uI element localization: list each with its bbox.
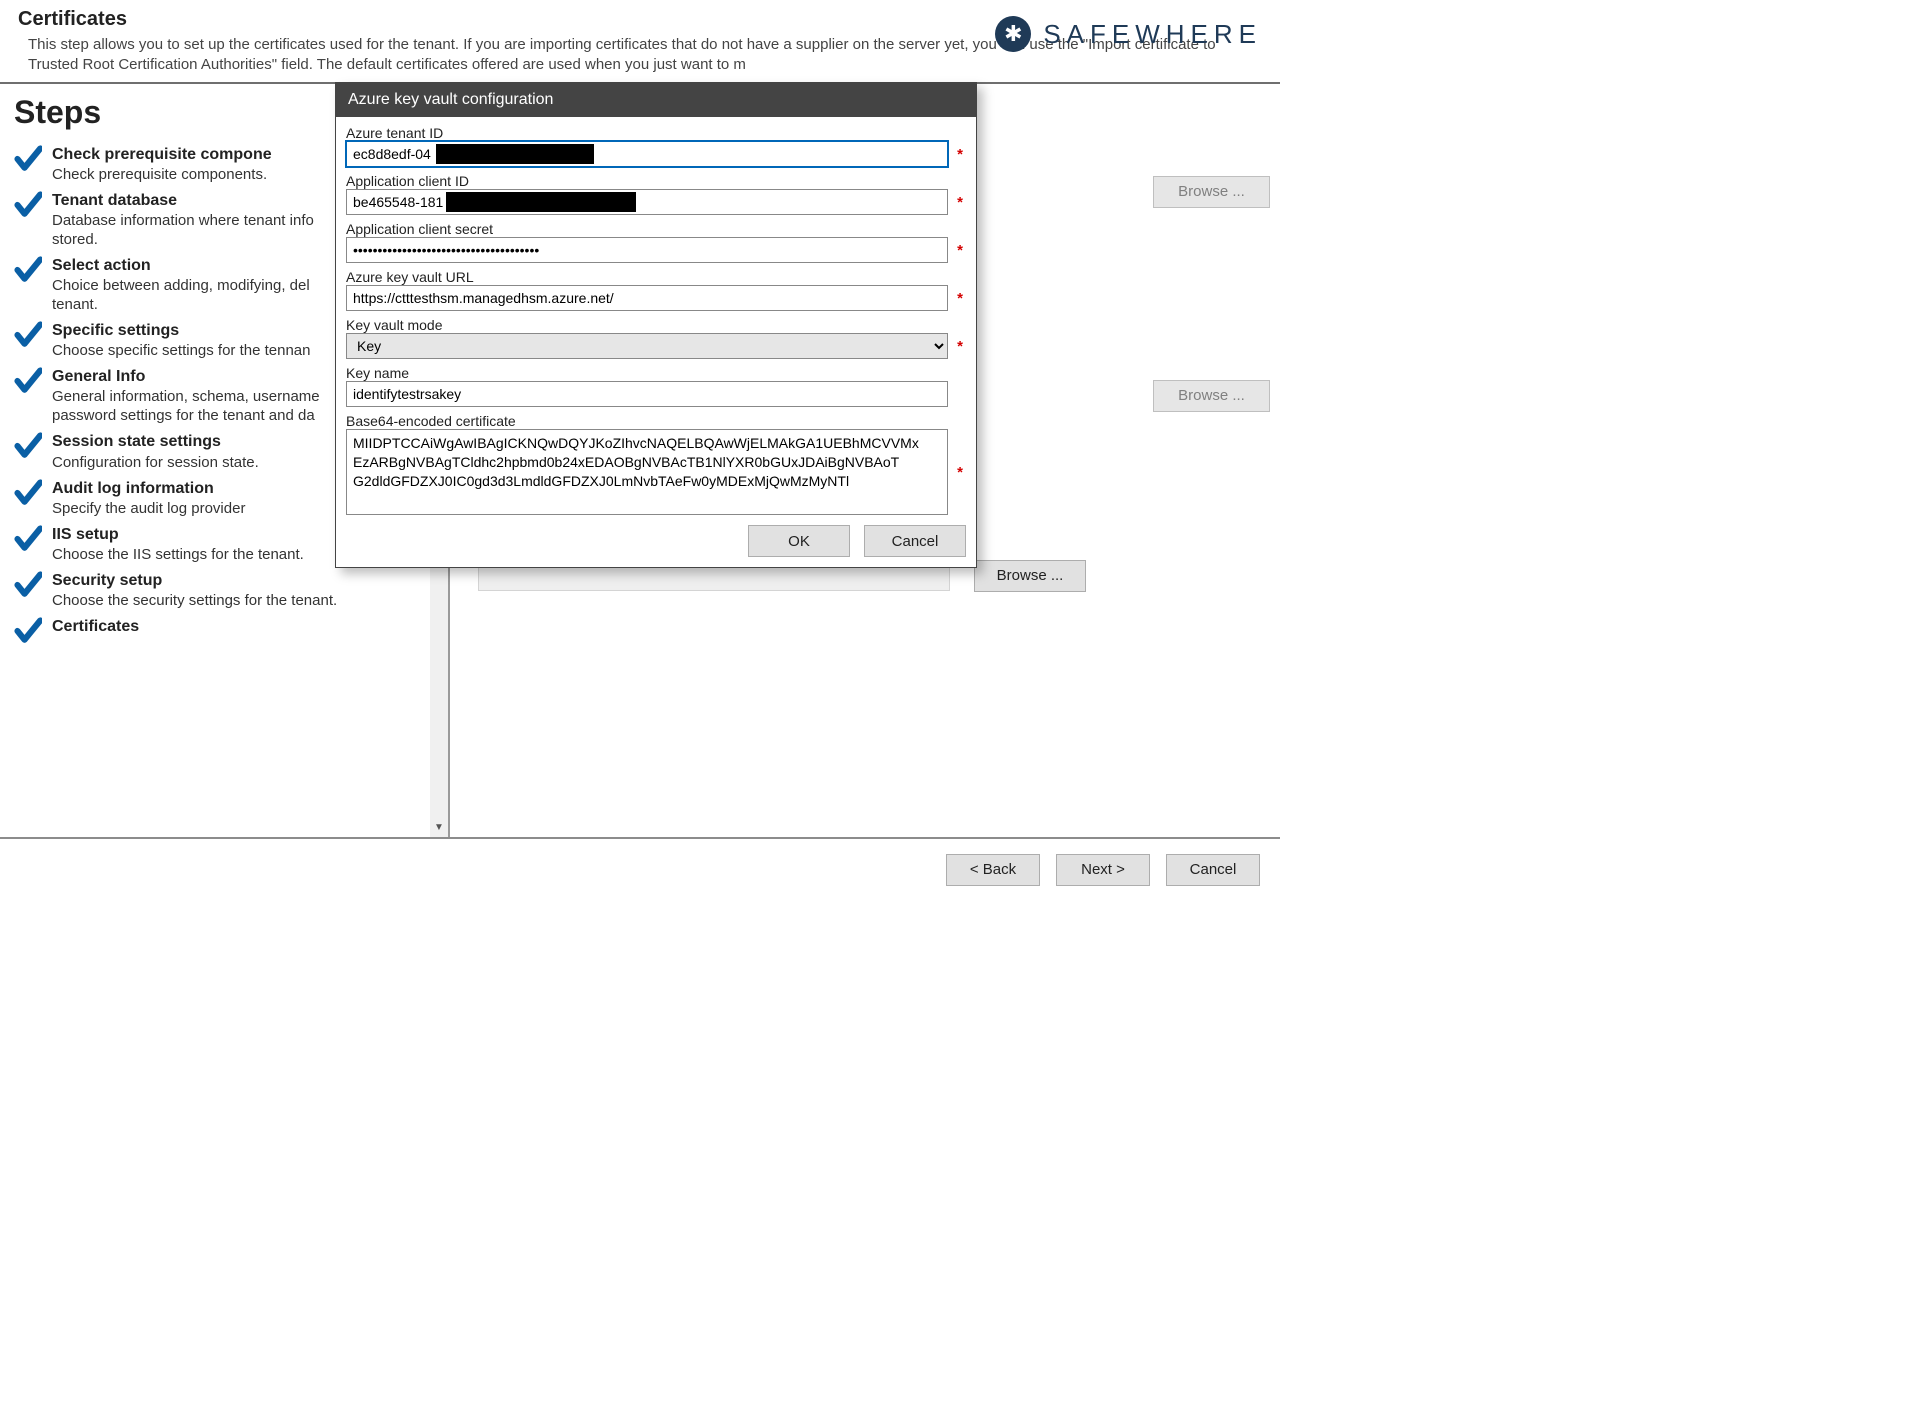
step-title: Certificates: [52, 617, 434, 636]
browse-button[interactable]: Browse ...: [1153, 380, 1270, 412]
key-name-input[interactable]: [346, 381, 948, 407]
check-icon: [14, 617, 42, 649]
check-icon: [14, 525, 42, 557]
snowflake-icon: ✱: [995, 16, 1031, 52]
ok-button[interactable]: OK: [748, 525, 850, 557]
required-icon: *: [954, 290, 966, 307]
check-icon: [14, 145, 42, 177]
client-id-input[interactable]: [346, 189, 948, 215]
required-icon: *: [954, 242, 966, 259]
vault-mode-select[interactable]: Key: [346, 333, 948, 359]
b64cert-textarea[interactable]: MIIDPTCCAiWgAwIBAgICKNQwDQYJKoZIhvcNAQEL…: [346, 429, 948, 515]
client-secret-input[interactable]: [346, 237, 948, 263]
label-vault-url: Azure key vault URL: [346, 269, 966, 285]
step-item[interactable]: Security setup Choose the security settin…: [14, 571, 434, 609]
logo: ✱ SAFEWHERE: [995, 16, 1262, 52]
browse-button[interactable]: Browse ...: [974, 560, 1086, 592]
label-b64cert: Base64-encoded certificate: [346, 413, 966, 429]
redaction-box: [436, 144, 594, 164]
wizard-footer: < Back Next > Cancel: [0, 837, 1280, 901]
redaction-box: [446, 192, 636, 212]
label-tenant-id: Azure tenant ID: [346, 125, 966, 141]
required-icon: *: [954, 146, 966, 163]
step-item[interactable]: Certificates: [14, 617, 434, 649]
required-icon: *: [954, 194, 966, 211]
label-key-name: Key name: [346, 365, 966, 381]
azure-key-vault-dialog: Azure key vault configuration Azure tena…: [335, 82, 977, 568]
cancel-button[interactable]: Cancel: [864, 525, 966, 557]
check-icon: [14, 256, 42, 288]
label-client-id: Application client ID: [346, 173, 966, 189]
label-vault-mode: Key vault mode: [346, 317, 966, 333]
check-icon: [14, 191, 42, 223]
next-button[interactable]: Next >: [1056, 854, 1150, 886]
scroll-down-icon[interactable]: ▼: [434, 819, 444, 837]
check-icon: [14, 571, 42, 603]
required-icon: *: [954, 464, 966, 481]
check-icon: [14, 367, 42, 399]
check-icon: [14, 479, 42, 511]
check-icon: [14, 321, 42, 353]
label-client-secret: Application client secret: [346, 221, 966, 237]
step-title: Security setup: [52, 571, 434, 590]
back-button[interactable]: < Back: [946, 854, 1040, 886]
dialog-title: Azure key vault configuration: [336, 83, 976, 117]
cancel-button[interactable]: Cancel: [1166, 854, 1260, 886]
step-desc: Choose the security settings for the ten…: [52, 592, 434, 609]
browse-button[interactable]: Browse ...: [1153, 176, 1270, 208]
required-icon: *: [954, 338, 966, 355]
vault-url-input[interactable]: [346, 285, 948, 311]
check-icon: [14, 432, 42, 464]
logo-text: SAFEWHERE: [1043, 19, 1262, 50]
